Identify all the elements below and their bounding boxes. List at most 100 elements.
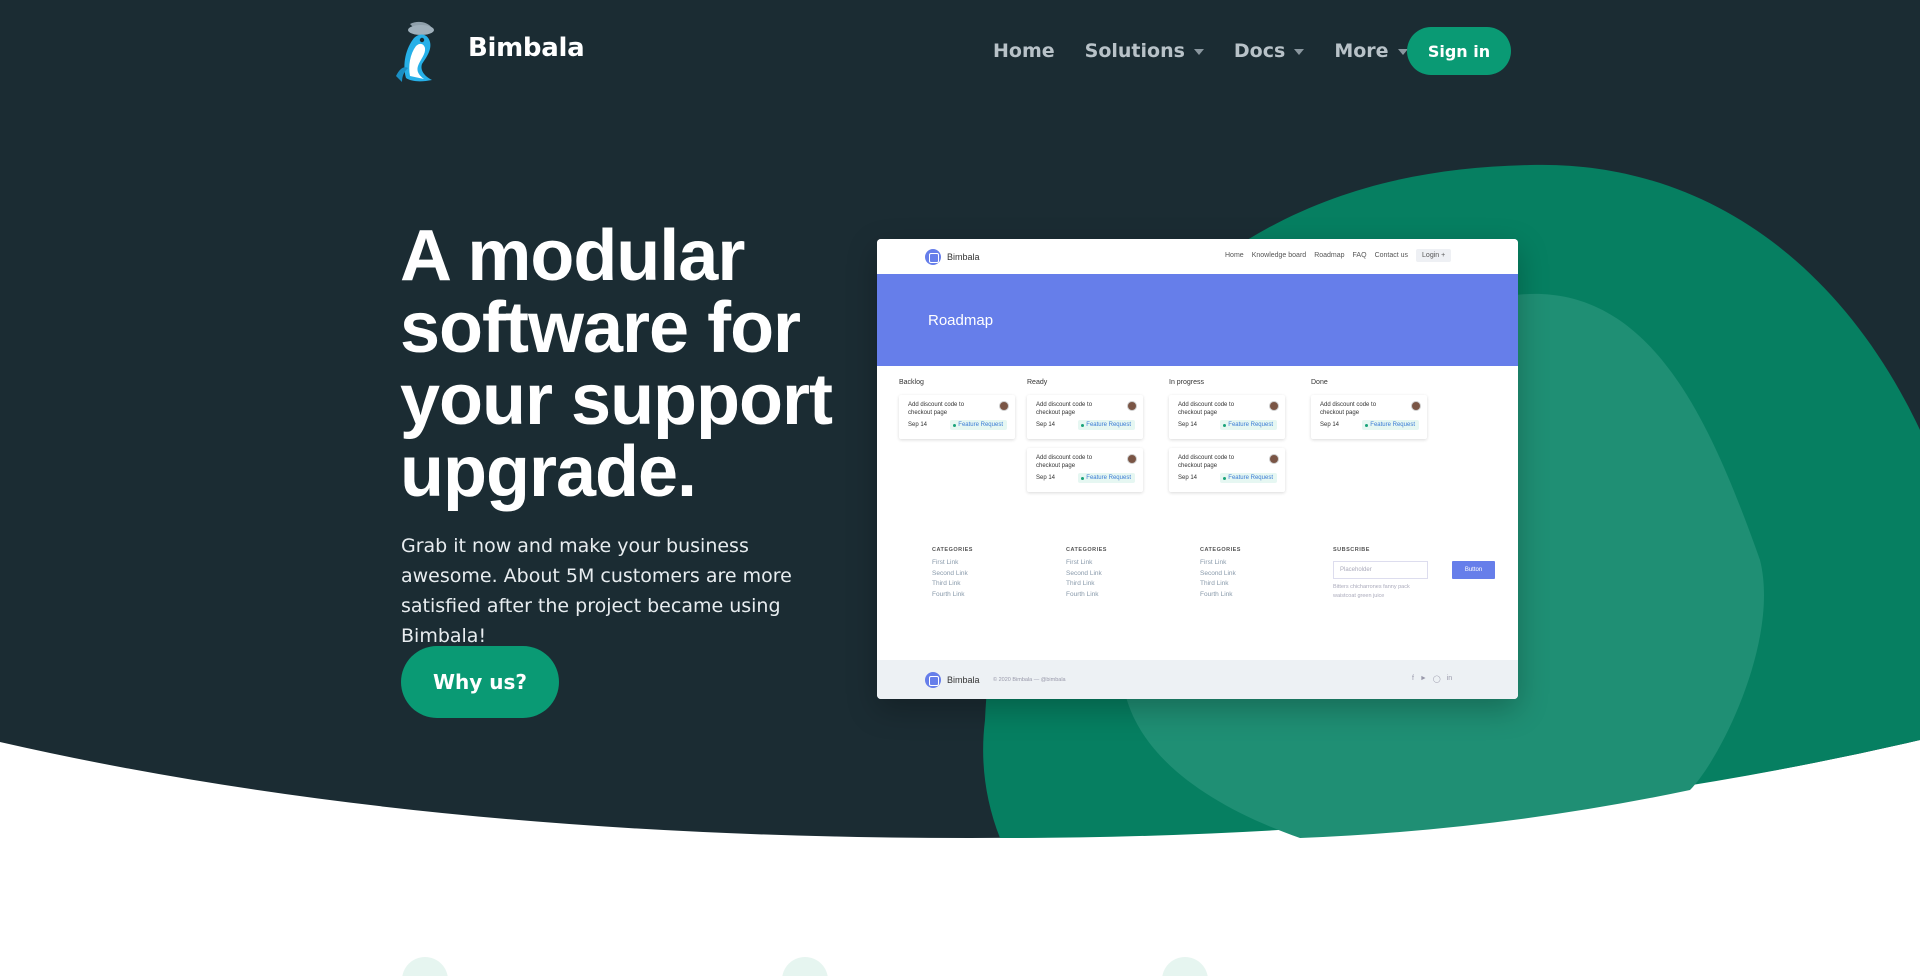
mock-card-title: Add discount code to checkout page bbox=[908, 402, 965, 416]
nav-more-label: More bbox=[1334, 40, 1389, 62]
mock-subscribe-note: Bitters chicharrones fanny pack waistcoa… bbox=[1333, 584, 1410, 599]
brand-logo[interactable]: Bimbala bbox=[392, 18, 585, 84]
avatar bbox=[1411, 401, 1421, 411]
nav-docs-label: Docs bbox=[1233, 40, 1286, 62]
mock-card-tag: Feature Request bbox=[950, 420, 1007, 430]
mock-footer-heading: CATEGORIES bbox=[932, 547, 973, 553]
mock-card-tag: Feature Request bbox=[1078, 420, 1135, 430]
twitter-icon: ► bbox=[1419, 675, 1427, 682]
headline-line: software for bbox=[400, 288, 801, 368]
nav-home[interactable]: Home bbox=[993, 27, 1055, 75]
mock-card-tag: Feature Request bbox=[1220, 420, 1277, 430]
mock-banner: Roadmap bbox=[877, 274, 1518, 366]
nav-home-label: Home bbox=[993, 40, 1055, 62]
mock-footer-logo: Bimbala bbox=[925, 672, 980, 688]
avatar bbox=[1269, 454, 1279, 464]
mock-card-date: Sep 14 bbox=[1036, 422, 1056, 428]
nav-docs[interactable]: Docs bbox=[1233, 27, 1305, 75]
mock-column-title: Done bbox=[1311, 379, 1328, 386]
mock-roadmap-card: Add discount code to checkout page Sep 1… bbox=[899, 395, 1015, 439]
mock-roadmap-card: Add discount code to checkout page Sep 1… bbox=[1169, 395, 1285, 439]
mock-card-title: Add discount code to checkout page bbox=[1178, 455, 1235, 469]
mock-card-date: Sep 14 bbox=[1178, 475, 1198, 481]
caret-down-icon bbox=[1294, 49, 1305, 55]
avatar bbox=[1269, 401, 1279, 411]
mock-subscribe-heading: SUBSCRIBE bbox=[1333, 547, 1370, 553]
mock-footer-link: Fourth Link bbox=[1066, 590, 1099, 598]
main-nav: Home Solutions Docs More bbox=[993, 27, 1438, 75]
hero-section: Bimbala Home Solutions Docs More Sign in… bbox=[0, 0, 1920, 976]
mock-brand-name: Bimbala bbox=[947, 252, 980, 262]
mock-footer-column: CATEGORIES First Link Second Link Third … bbox=[1066, 547, 1107, 600]
mock-footer-link: First Link bbox=[1200, 559, 1227, 566]
mock-card-date: Sep 14 bbox=[1036, 475, 1056, 481]
mock-footer-copyright: © 2020 Bimbala — @bimbala bbox=[993, 677, 1066, 683]
nav-solutions-label: Solutions bbox=[1084, 40, 1185, 62]
mock-nav-link: Roadmap bbox=[1314, 252, 1345, 259]
mock-nav-link: Contact us bbox=[1374, 252, 1409, 259]
linkedin-icon: in bbox=[1446, 675, 1453, 682]
mock-nav-links: Home Knowledge board Roadmap FAQ Contact… bbox=[1225, 249, 1452, 262]
mock-footer-column: CATEGORIES First Link Second Link Third … bbox=[1200, 547, 1241, 600]
mock-footer-link: First Link bbox=[932, 559, 959, 566]
mock-logo-icon bbox=[925, 672, 941, 688]
mock-footer-link: First Link bbox=[1066, 559, 1093, 566]
why-us-button[interactable]: Why us? bbox=[401, 646, 559, 718]
instagram-icon: ◯ bbox=[1432, 676, 1441, 683]
headline-line: your support bbox=[400, 360, 833, 440]
mock-navbar: Bimbala Home Knowledge board Roadmap FAQ… bbox=[877, 239, 1518, 274]
mock-footer-heading: CATEGORIES bbox=[1066, 547, 1107, 553]
mock-card-title: Add discount code to checkout page bbox=[1178, 402, 1235, 416]
mock-login-button: Login + bbox=[1416, 249, 1452, 262]
hero-subtext: Grab it now and make your business aweso… bbox=[401, 535, 792, 647]
mock-nav-link: FAQ bbox=[1352, 252, 1367, 259]
mock-roadmap-card: Add discount code to checkout page Sep 1… bbox=[1027, 448, 1143, 492]
brand-name: Bimbala bbox=[468, 33, 585, 63]
mock-banner-title: Roadmap bbox=[928, 312, 994, 329]
headline-line: upgrade. bbox=[400, 432, 697, 512]
mock-card-date: Sep 14 bbox=[908, 422, 928, 428]
mock-footer-link: Second Link bbox=[1066, 569, 1102, 577]
mock-card-tag: Feature Request bbox=[1220, 473, 1277, 483]
avatar bbox=[999, 401, 1009, 411]
mock-logo-icon bbox=[925, 249, 941, 265]
mock-footer: Bimbala © 2020 Bimbala — @bimbala f ► ◯ … bbox=[877, 660, 1518, 699]
mock-nav-link: Knowledge board bbox=[1251, 252, 1307, 259]
mock-footer-link: Fourth Link bbox=[932, 590, 965, 598]
mock-footer-link: Third Link bbox=[1200, 580, 1229, 587]
product-screenshot: Bimbala Home Knowledge board Roadmap FAQ… bbox=[877, 239, 1518, 699]
nav-solutions[interactable]: Solutions bbox=[1085, 27, 1204, 75]
headline-line: A modular bbox=[400, 216, 745, 296]
mock-roadmap-card: Add discount code to checkout page Sep 1… bbox=[1169, 448, 1285, 492]
mock-card-title: Add discount code to checkout page bbox=[1036, 402, 1093, 416]
avatar bbox=[1127, 401, 1137, 411]
mock-footer-link: Fourth Link bbox=[1200, 590, 1233, 598]
mock-subscribe-input: Placeholder bbox=[1333, 561, 1428, 579]
avatar bbox=[1127, 454, 1137, 464]
mock-footer-brand: Bimbala bbox=[947, 675, 980, 685]
mock-card-title: Add discount code to checkout page bbox=[1036, 455, 1093, 469]
mock-footer-link: Second Link bbox=[932, 569, 968, 577]
mock-card-tag: Feature Request bbox=[1362, 420, 1419, 430]
sign-in-button[interactable]: Sign in bbox=[1407, 27, 1511, 75]
mock-roadmap-card: Add discount code to checkout page Sep 1… bbox=[1311, 395, 1427, 439]
mock-logo: Bimbala bbox=[925, 249, 980, 265]
mock-card-title: Add discount code to checkout page bbox=[1320, 402, 1377, 416]
shark-mascot-icon bbox=[396, 21, 434, 82]
mock-card-date: Sep 14 bbox=[1178, 422, 1198, 428]
mock-card-date: Sep 14 bbox=[1320, 422, 1340, 428]
mock-footer-link: Third Link bbox=[932, 580, 961, 587]
nav-more[interactable]: More bbox=[1334, 27, 1408, 75]
mock-roadmap-card: Add discount code to checkout page Sep 1… bbox=[1027, 395, 1143, 439]
mock-card-tag: Feature Request bbox=[1078, 473, 1135, 483]
mock-column-title: In progress bbox=[1169, 379, 1205, 386]
mock-social-icons: f ► ◯ in bbox=[1412, 675, 1452, 683]
mock-footer-link: Second Link bbox=[1200, 569, 1236, 577]
hero-headline: A modular software for your support upgr… bbox=[400, 220, 860, 508]
mock-subscribe-column: SUBSCRIBE bbox=[1333, 547, 1370, 558]
mock-footer-link: Third Link bbox=[1066, 580, 1095, 587]
mock-column-title: Ready bbox=[1027, 379, 1048, 386]
mock-column-title: Backlog bbox=[899, 379, 924, 386]
mock-footer-column: CATEGORIES First Link Second Link Third … bbox=[932, 547, 973, 600]
facebook-icon: f bbox=[1412, 675, 1414, 682]
